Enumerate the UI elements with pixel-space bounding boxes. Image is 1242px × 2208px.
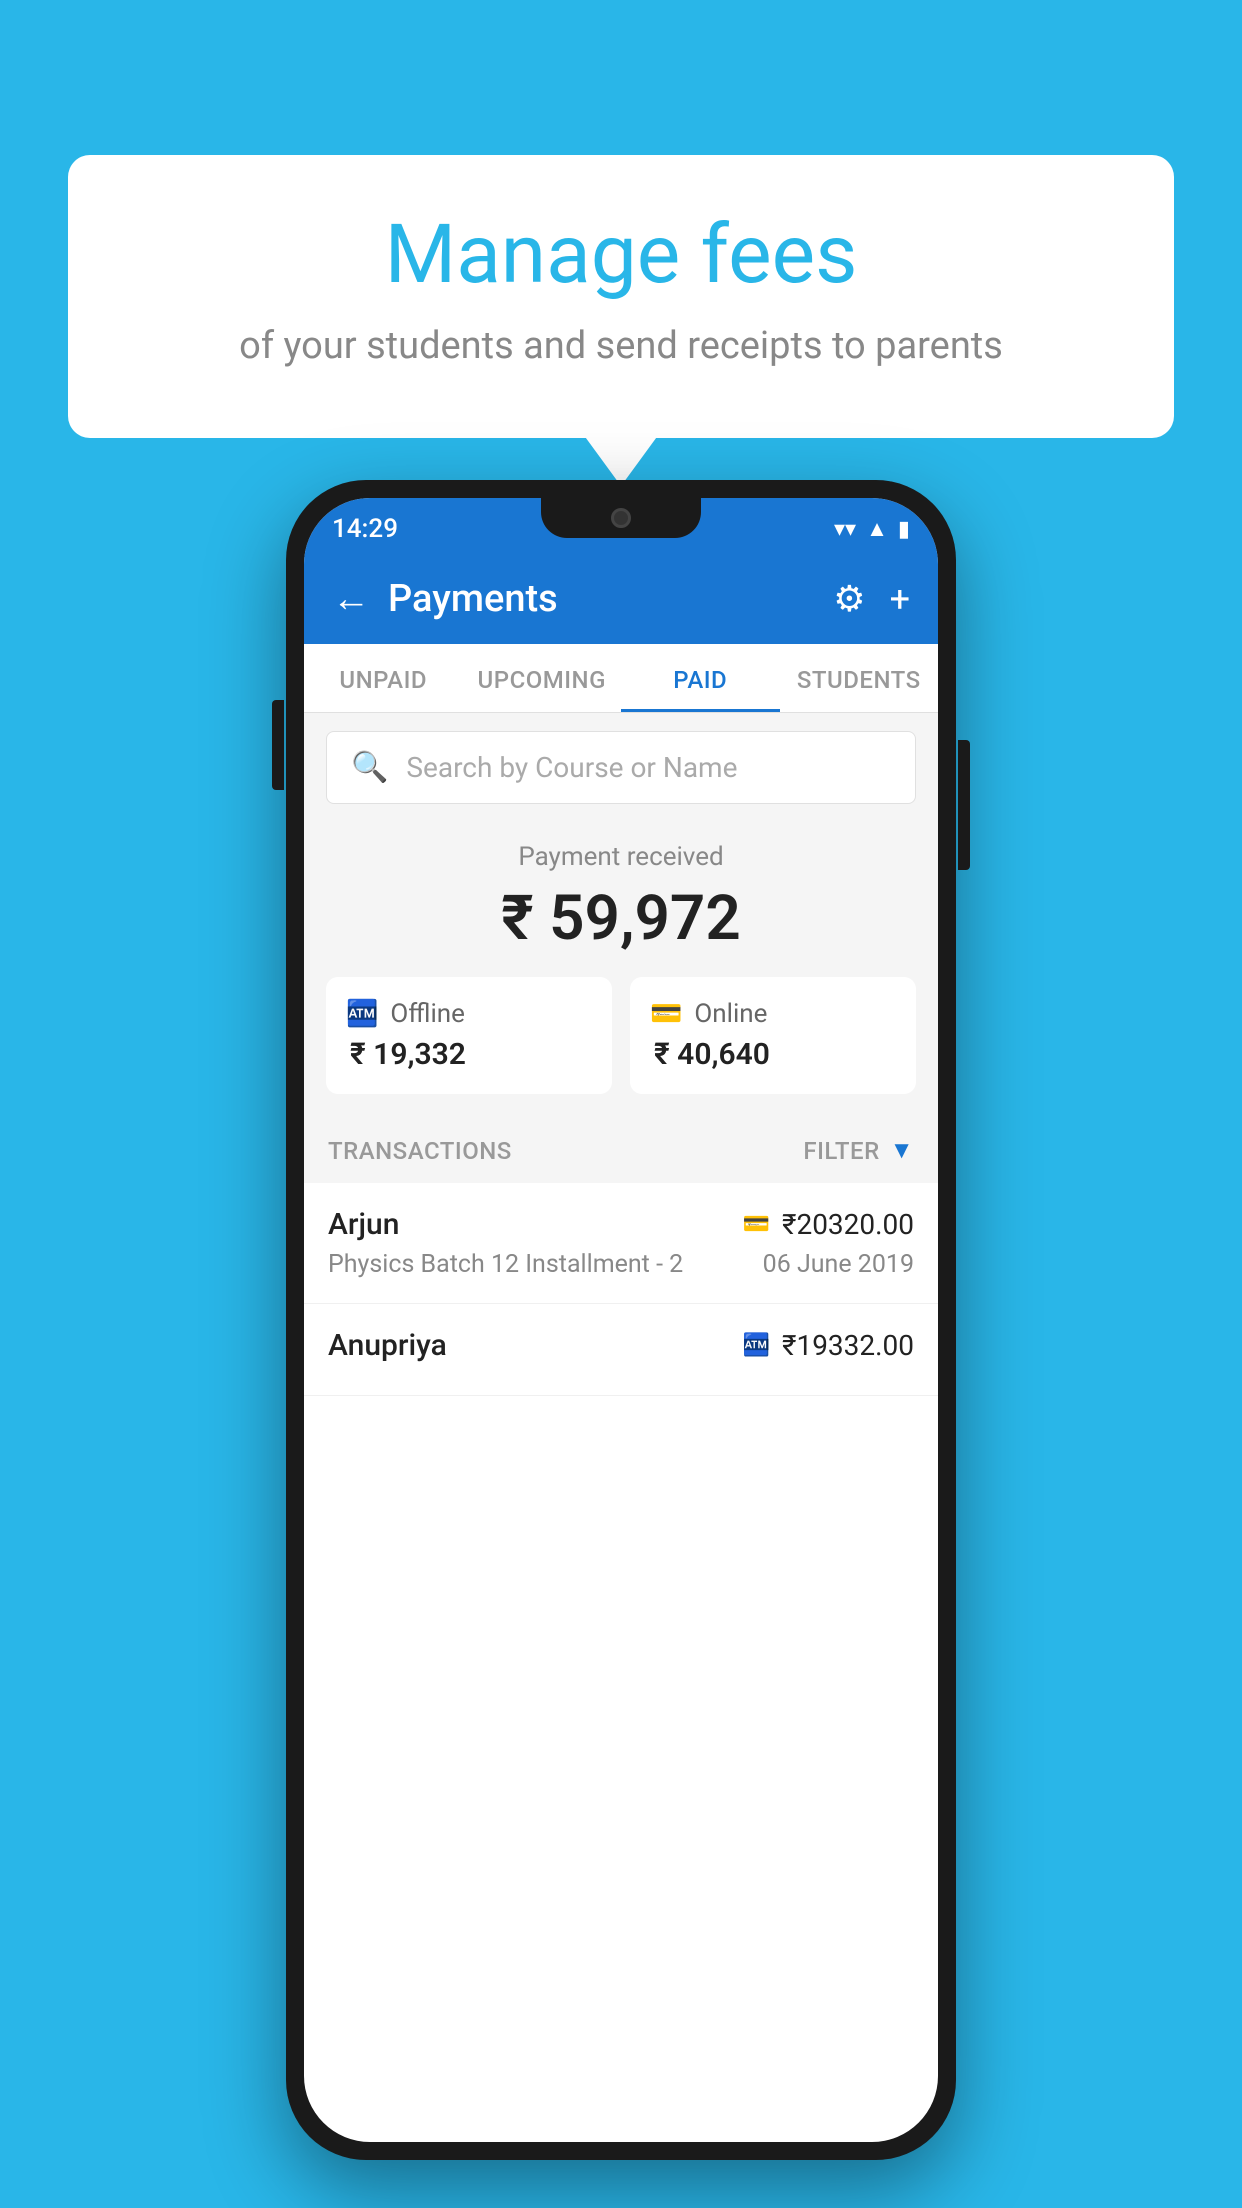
payment-type-icon: 🏧 — [743, 1333, 770, 1358]
offline-type: Offline — [390, 999, 465, 1029]
header-left: ← Payments — [332, 577, 558, 621]
wifi-icon: ▾▾ — [834, 517, 856, 542]
payment-cards: 🏧 Offline ₹ 19,332 💳 Online ₹ 40,640 — [326, 977, 916, 1094]
filter-icon: ▼ — [890, 1136, 914, 1165]
phone-mockup: 14:29 ▾▾ ▲ ▮ ← Payments ⚙ + — [286, 480, 956, 2160]
search-bar[interactable]: 🔍 Search by Course or Name — [326, 731, 916, 804]
transaction-name: Arjun — [328, 1207, 399, 1242]
header-right: ⚙ + — [833, 578, 910, 620]
speech-bubble-container: Manage fees of your students and send re… — [68, 155, 1174, 438]
transactions-label: TRANSACTIONS — [328, 1137, 512, 1165]
transaction-amount-container: 🏧 ₹19332.00 — [743, 1329, 914, 1362]
transaction-course: Physics Batch 12 Installment - 2 — [328, 1250, 683, 1279]
bubble-title: Manage fees — [128, 210, 1114, 300]
phone-outer: 14:29 ▾▾ ▲ ▮ ← Payments ⚙ + — [286, 480, 956, 2160]
bubble-subtitle: of your students and send receipts to pa… — [128, 320, 1114, 373]
signal-icon: ▲ — [866, 516, 888, 542]
table-row[interactable]: Anupriya 🏧 ₹19332.00 — [304, 1304, 938, 1396]
transactions-header: TRANSACTIONS FILTER ▼ — [304, 1118, 938, 1183]
offline-card: 🏧 Offline ₹ 19,332 — [326, 977, 612, 1094]
notch-camera — [611, 508, 631, 528]
transaction-amount: ₹19332.00 — [782, 1329, 914, 1362]
payment-total-amount: ₹ 59,972 — [326, 882, 916, 955]
transaction-name: Anupriya — [328, 1328, 447, 1363]
filter-label: FILTER — [803, 1137, 879, 1165]
app-header: ← Payments ⚙ + — [304, 554, 938, 644]
transactions-list: Arjun 💳 ₹20320.00 Physics Batch 12 Insta… — [304, 1183, 938, 1396]
online-amount: ₹ 40,640 — [654, 1037, 770, 1072]
online-card-header: 💳 Online — [650, 999, 767, 1029]
status-icons: ▾▾ ▲ ▮ — [834, 516, 910, 542]
gear-icon[interactable]: ⚙ — [833, 578, 865, 620]
transaction-date: 06 June 2019 — [763, 1250, 914, 1279]
filter-button[interactable]: FILTER ▼ — [803, 1136, 914, 1165]
tab-unpaid[interactable]: UNPAID — [304, 644, 463, 712]
search-container: 🔍 Search by Course or Name — [304, 713, 938, 822]
transaction-amount-container: 💳 ₹20320.00 — [743, 1208, 914, 1241]
phone-notch — [541, 498, 701, 538]
offline-amount: ₹ 19,332 — [350, 1037, 466, 1072]
transaction-bottom: Physics Batch 12 Installment - 2 06 June… — [328, 1250, 914, 1279]
plus-icon[interactable]: + — [890, 578, 910, 620]
tab-students[interactable]: STUDENTS — [780, 644, 939, 712]
header-title: Payments — [388, 577, 558, 621]
online-icon: 💳 — [650, 999, 682, 1029]
online-card: 💳 Online ₹ 40,640 — [630, 977, 916, 1094]
payment-summary: Payment received ₹ 59,972 🏧 Offline ₹ 19… — [304, 822, 938, 1118]
status-time: 14:29 — [332, 514, 398, 544]
tabs-container: UNPAID UPCOMING PAID STUDENTS — [304, 644, 938, 713]
payment-received-label: Payment received — [326, 842, 916, 872]
transaction-amount: ₹20320.00 — [782, 1208, 914, 1241]
table-row[interactable]: Arjun 💳 ₹20320.00 Physics Batch 12 Insta… — [304, 1183, 938, 1304]
back-button[interactable]: ← — [332, 580, 370, 618]
tab-paid[interactable]: PAID — [621, 644, 780, 712]
tab-upcoming[interactable]: UPCOMING — [463, 644, 622, 712]
offline-card-header: 🏧 Offline — [346, 999, 465, 1029]
battery-icon: ▮ — [898, 517, 910, 542]
search-icon: 🔍 — [351, 750, 388, 785]
transaction-top: Arjun 💳 ₹20320.00 — [328, 1207, 914, 1242]
transaction-top: Anupriya 🏧 ₹19332.00 — [328, 1328, 914, 1363]
search-placeholder: Search by Course or Name — [406, 751, 737, 784]
offline-icon: 🏧 — [346, 999, 378, 1029]
online-type: Online — [694, 999, 767, 1029]
speech-bubble: Manage fees of your students and send re… — [68, 155, 1174, 438]
phone-inner: 14:29 ▾▾ ▲ ▮ ← Payments ⚙ + — [304, 498, 938, 2142]
payment-type-icon: 💳 — [743, 1212, 770, 1237]
